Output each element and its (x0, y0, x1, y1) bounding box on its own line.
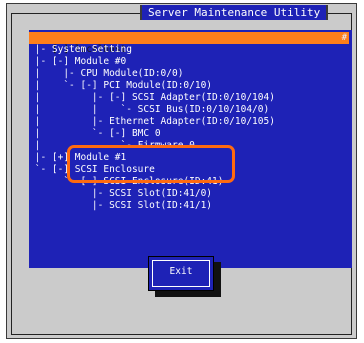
tree-row-bmc-0[interactable]: | `- [-] BMC 0 (29, 128, 161, 140)
tree-row-module-0[interactable]: |- [-] Module #0 (29, 56, 127, 68)
tree-row-localhost[interactable]: [-] localhost # (29, 32, 349, 55)
tree-row-pci-module[interactable]: | `- [-] PCI Module(ID:0/10) (29, 80, 212, 92)
tree-row-ethernet-adapter[interactable]: | |- Ethernet Adapter(ID:0/10/105) (29, 116, 275, 128)
selection-marker: # (341, 33, 347, 43)
tree-row-scsi-bus[interactable]: | | `- SCSI Bus(ID:0/10/104/0) (29, 104, 270, 116)
highlight-annotation (67, 145, 235, 183)
tree-row-cpu-module[interactable]: | |- CPU Module(ID:0/0) (29, 68, 184, 80)
window-title: Server Maintenance Utility (140, 5, 329, 20)
tree-row-scsi-adapter[interactable]: | |- [-] SCSI Adapter(ID:0/10/104) (29, 92, 275, 104)
exit-button[interactable]: Exit (148, 256, 214, 291)
tree-row-scsi-slot-1[interactable]: |- SCSI Slot(ID:41/1) (29, 200, 212, 212)
exit-button-label: Exit (169, 266, 193, 277)
tree-row-scsi-slot-0[interactable]: |- SCSI Slot(ID:41/0) (29, 188, 212, 200)
tree-row-system-setting[interactable]: |- System Setting (29, 44, 132, 56)
